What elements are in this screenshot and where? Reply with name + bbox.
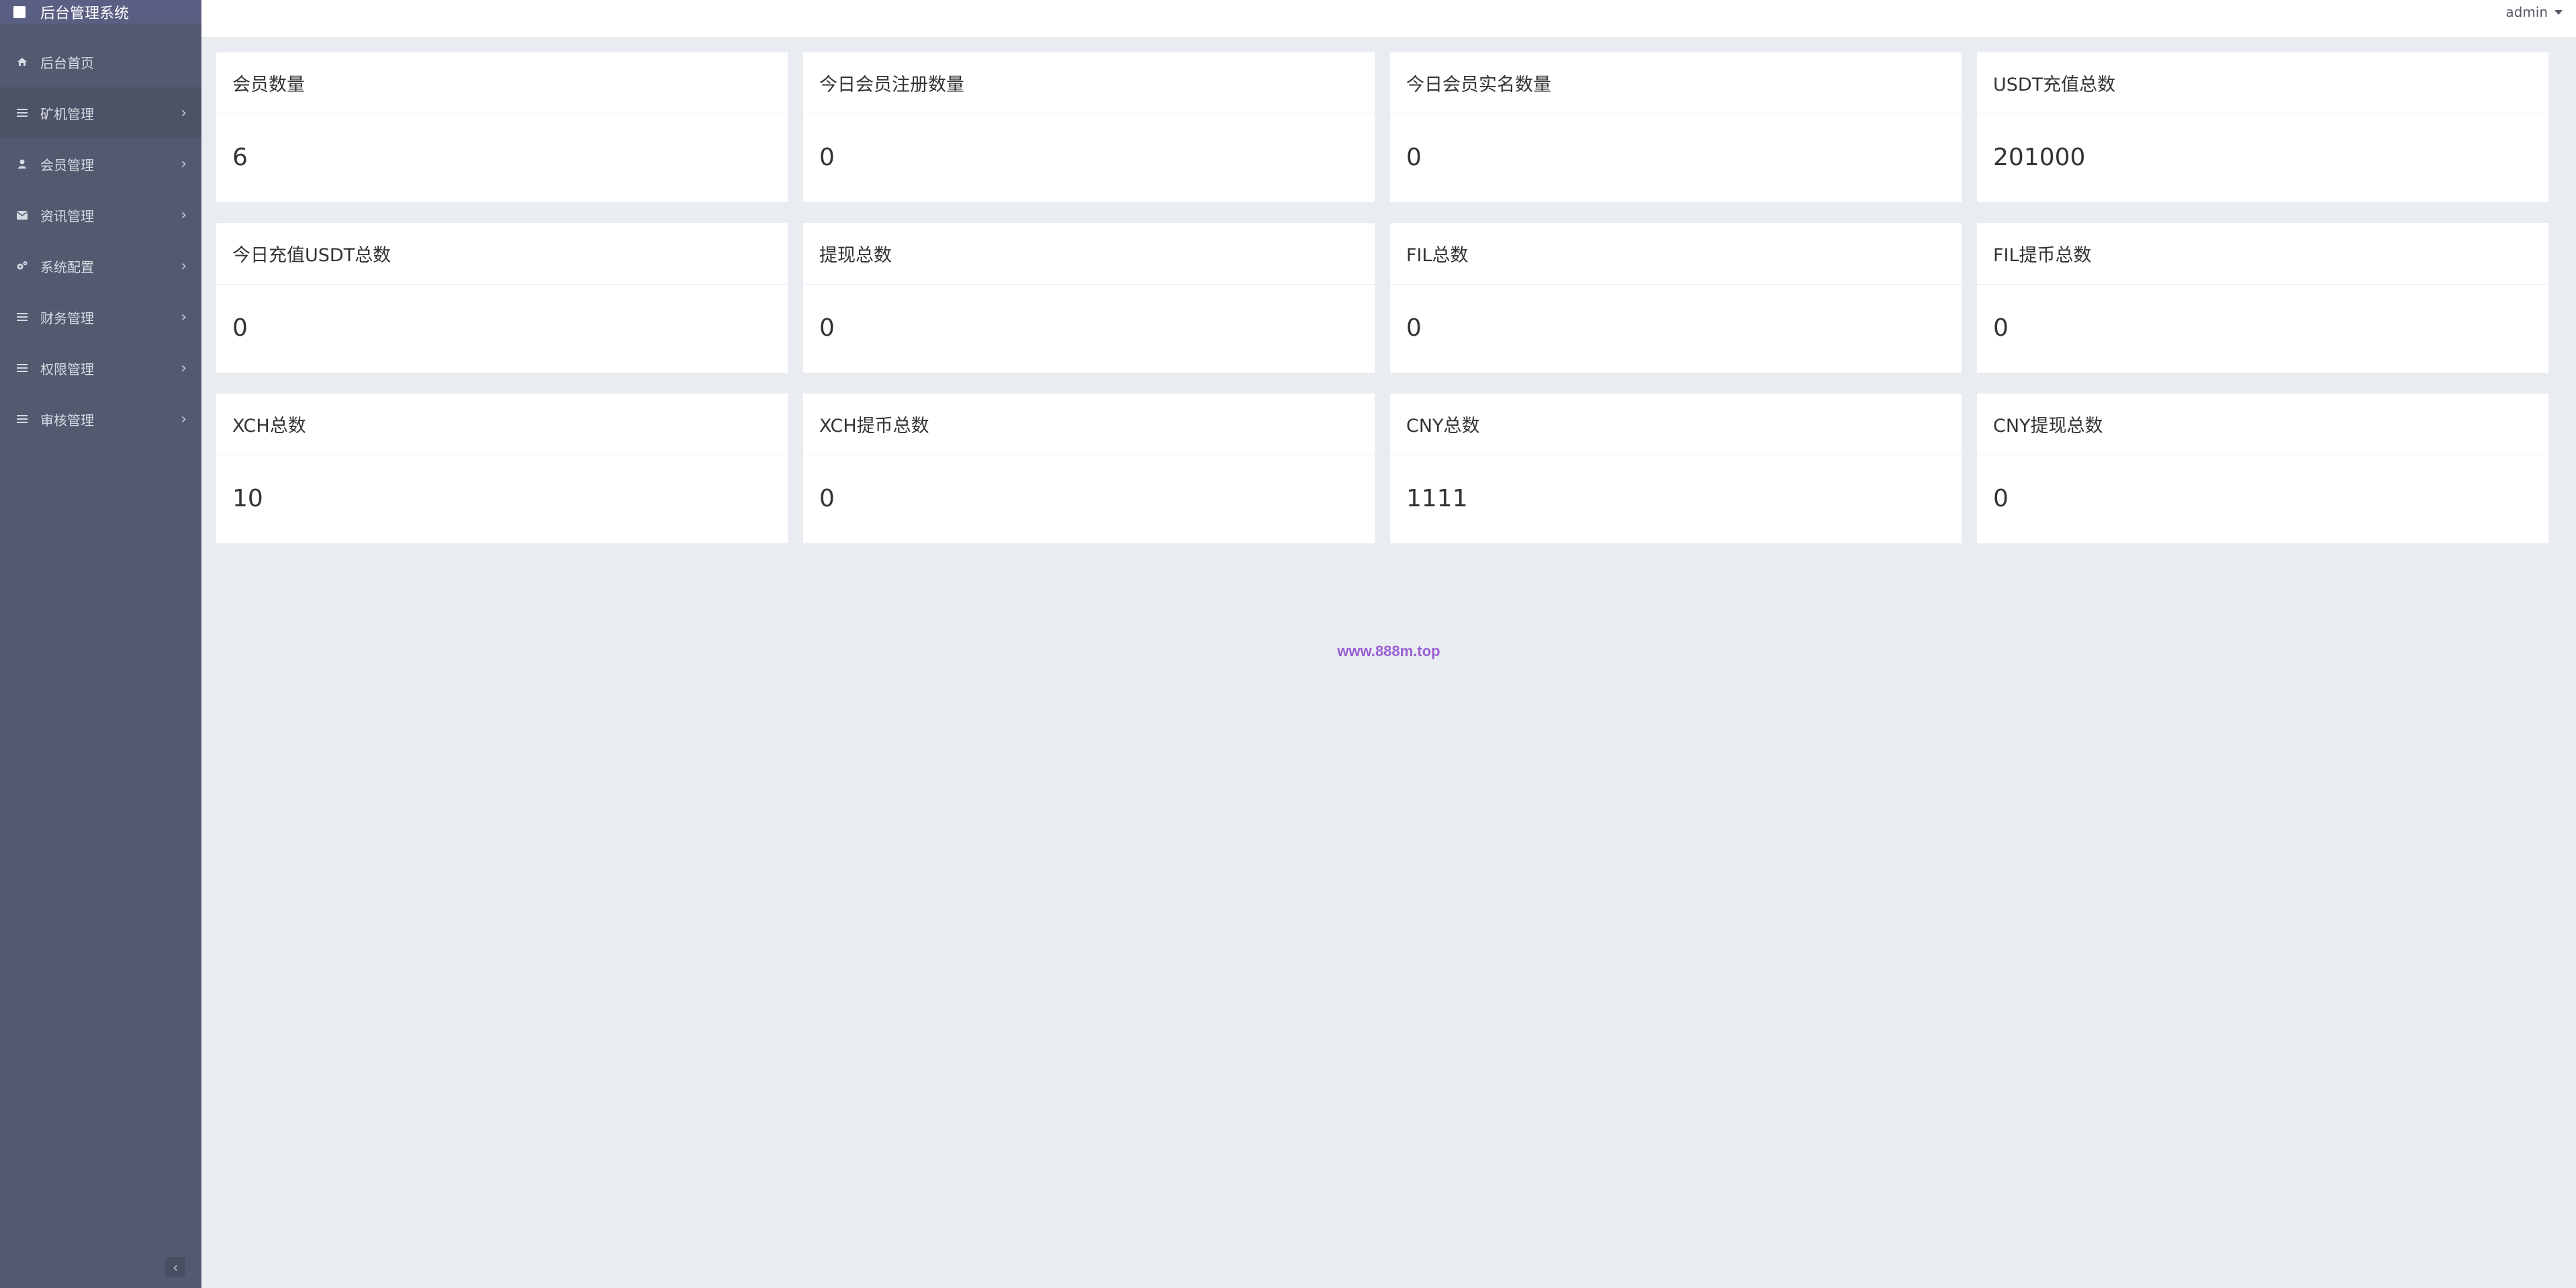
caret-down-icon bbox=[2555, 9, 2563, 15]
user-icon bbox=[16, 158, 28, 170]
chevron-right-icon: › bbox=[181, 410, 187, 428]
stat-card: 今日充值USDT总数 0 bbox=[216, 223, 788, 373]
top-bar: admin bbox=[201, 0, 2576, 37]
sidebar-item-members[interactable]: 会员管理 › bbox=[0, 138, 201, 189]
sidebar-item-label: 权限管理 bbox=[40, 361, 94, 377]
stat-title: FIL提币总数 bbox=[1977, 223, 2548, 285]
sidebar-collapse-button[interactable]: ‹ bbox=[165, 1257, 185, 1277]
stat-card: 提现总数 0 bbox=[803, 223, 1375, 373]
stat-title: 提现总数 bbox=[803, 223, 1375, 285]
stat-card: XCH总数 10 bbox=[216, 394, 788, 543]
list-icon bbox=[16, 413, 28, 425]
sidebar-item-finance[interactable]: 财务管理 › bbox=[0, 291, 201, 342]
sidebar-item-system[interactable]: 系统配置 › bbox=[0, 240, 201, 291]
stat-card: XCH提币总数 0 bbox=[803, 394, 1375, 543]
chevron-right-icon: › bbox=[181, 359, 187, 377]
chevron-left-icon: ‹ bbox=[173, 1259, 178, 1275]
sidebar-item-home[interactable]: 后台首页 bbox=[0, 36, 201, 87]
chevron-right-icon: › bbox=[181, 308, 187, 326]
stat-value: 1111 bbox=[1406, 485, 1468, 512]
stat-card: FIL提币总数 0 bbox=[1977, 223, 2548, 373]
sidebar-item-label: 审核管理 bbox=[40, 412, 94, 428]
stat-title: 今日会员注册数量 bbox=[803, 52, 1375, 114]
list-icon bbox=[16, 311, 28, 323]
watermark-link[interactable]: www.888m.top bbox=[201, 643, 2576, 660]
stat-value: 0 bbox=[1993, 485, 2009, 512]
stat-title: 今日会员实名数量 bbox=[1390, 52, 1962, 114]
user-menu[interactable]: admin bbox=[2505, 4, 2563, 20]
sidebar-item-label: 系统配置 bbox=[40, 259, 94, 275]
list-icon bbox=[16, 362, 28, 374]
sidebar-item-label: 财务管理 bbox=[40, 310, 94, 326]
chevron-right-icon: › bbox=[181, 257, 187, 275]
stat-card: 会员数量 6 bbox=[216, 52, 788, 202]
stats-grid: 会员数量 6 今日会员注册数量 0 今日会员实名数量 0 USDT充值总数 20… bbox=[216, 52, 2549, 543]
envelope-icon bbox=[16, 209, 28, 221]
list-icon bbox=[16, 107, 28, 119]
stat-title: XCH总数 bbox=[216, 394, 788, 455]
stat-value: 0 bbox=[1406, 314, 1422, 342]
sidebar-menu: 后台首页 矿机管理 › 会员管理 › 资讯管理 › 系统配置 › 财务管理 › … bbox=[0, 36, 201, 445]
stat-value: 0 bbox=[1406, 144, 1422, 171]
brand[interactable]: 后台管理系统 bbox=[0, 0, 201, 24]
stat-value: 0 bbox=[819, 485, 835, 512]
stat-value: 0 bbox=[1993, 314, 2009, 342]
stat-title: 今日充值USDT总数 bbox=[216, 223, 788, 285]
stat-value: 6 bbox=[232, 144, 248, 171]
dashboard-content: 会员数量 6 今日会员注册数量 0 今日会员实名数量 0 USDT充值总数 20… bbox=[216, 52, 2549, 543]
sidebar-item-label: 会员管理 bbox=[40, 156, 94, 173]
sidebar-item-permissions[interactable]: 权限管理 › bbox=[0, 342, 201, 394]
brand-square-icon bbox=[13, 5, 26, 18]
stat-value: 0 bbox=[232, 314, 248, 342]
stat-title: CNY提现总数 bbox=[1977, 394, 2548, 455]
stat-card: CNY提现总数 0 bbox=[1977, 394, 2548, 543]
sidebar-item-label: 后台首页 bbox=[40, 54, 94, 71]
stat-title: USDT充值总数 bbox=[1977, 52, 2548, 114]
sidebar-item-label: 矿机管理 bbox=[40, 105, 94, 122]
sidebar-item-review[interactable]: 审核管理 › bbox=[0, 394, 201, 445]
stat-title: FIL总数 bbox=[1390, 223, 1962, 285]
stat-card: USDT充值总数 201000 bbox=[1977, 52, 2548, 202]
chevron-right-icon: › bbox=[181, 206, 187, 224]
sidebar-item-label: 资讯管理 bbox=[40, 208, 94, 224]
stat-value: 201000 bbox=[1993, 144, 2086, 171]
stat-value: 0 bbox=[819, 144, 835, 171]
home-icon bbox=[16, 56, 28, 68]
stat-value: 0 bbox=[819, 314, 835, 342]
brand-title: 后台管理系统 bbox=[40, 5, 130, 22]
gears-icon bbox=[16, 260, 28, 272]
stat-title: XCH提币总数 bbox=[803, 394, 1375, 455]
stat-title: CNY总数 bbox=[1390, 394, 1962, 455]
stat-card: FIL总数 0 bbox=[1390, 223, 1962, 373]
chevron-right-icon: › bbox=[181, 104, 187, 122]
sidebar: 后台管理系统 后台首页 矿机管理 › 会员管理 › 资讯管理 › 系统配置 › … bbox=[0, 0, 201, 1288]
stat-card: CNY总数 1111 bbox=[1390, 394, 1962, 543]
stat-card: 今日会员实名数量 0 bbox=[1390, 52, 1962, 202]
stat-title: 会员数量 bbox=[216, 52, 788, 114]
chevron-right-icon: › bbox=[181, 155, 187, 173]
sidebar-item-miner[interactable]: 矿机管理 › bbox=[0, 87, 201, 138]
user-name: admin bbox=[2505, 4, 2548, 20]
stat-value: 10 bbox=[232, 485, 263, 512]
stat-card: 今日会员注册数量 0 bbox=[803, 52, 1375, 202]
sidebar-item-news[interactable]: 资讯管理 › bbox=[0, 189, 201, 240]
